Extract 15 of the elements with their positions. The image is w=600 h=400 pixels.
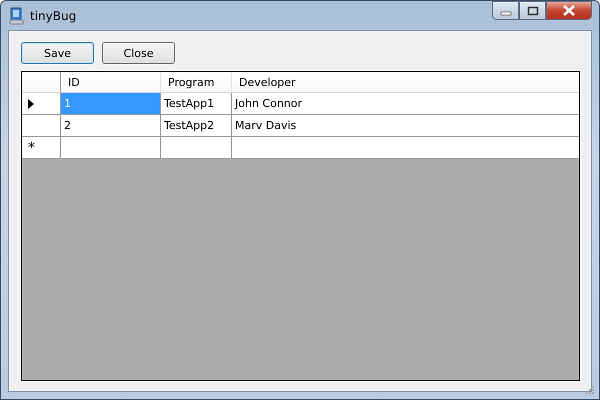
new-row-marker: * <box>22 137 61 159</box>
resize-grip-icon[interactable] <box>585 385 595 395</box>
close-icon <box>562 5 576 16</box>
window-title: tinyBug <box>30 8 76 22</box>
computer-icon <box>9 6 25 24</box>
maximize-button[interactable] <box>519 1 546 20</box>
toolbar-button[interactable]: Save <box>21 42 94 64</box>
table-cell[interactable] <box>61 137 161 159</box>
close-button[interactable] <box>546 1 592 20</box>
maximize-icon <box>526 6 538 16</box>
minimize-button[interactable] <box>492 1 519 20</box>
row-header[interactable] <box>22 93 61 115</box>
toolbar-button[interactable]: Close <box>102 42 175 64</box>
current-row-icon <box>28 98 34 108</box>
table-cell[interactable] <box>161 137 232 159</box>
